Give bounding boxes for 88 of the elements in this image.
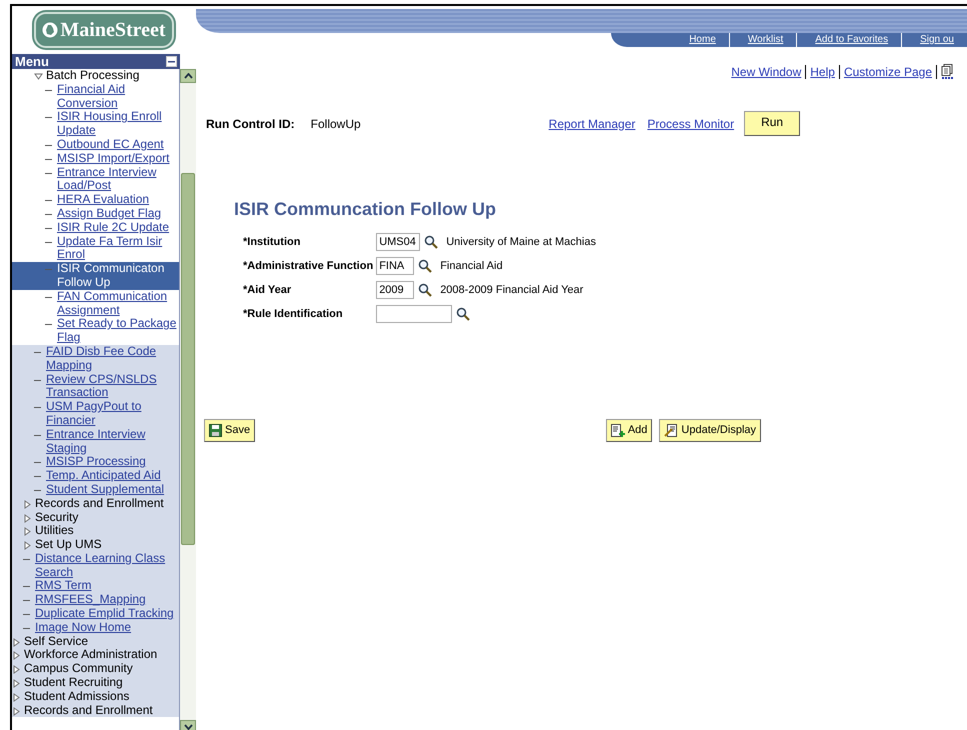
document-icon[interactable] (941, 64, 955, 80)
search-icon[interactable] (456, 307, 470, 321)
menu-link[interactable]: Outbound EC Agent (12, 138, 179, 152)
menu-link[interactable]: Entrance Interview Load/Post (12, 166, 179, 194)
input-field[interactable]: FINA (376, 257, 414, 275)
menu-link[interactable]: USM PagyPout to Financier (12, 400, 179, 428)
menu-link[interactable]: Image Now Home (12, 620, 179, 635)
process-link[interactable]: Report Manager (548, 114, 636, 132)
expand-arrow-icon[interactable] (23, 514, 32, 522)
search-icon[interactable] (424, 235, 438, 249)
menu-link[interactable]: FAID Disb Fee Code Mapping (12, 344, 179, 373)
menu-folder[interactable]: Records and Enrollment (12, 704, 179, 718)
search-icon[interactable] (418, 283, 432, 297)
expand-arrow-icon[interactable] (12, 665, 21, 674)
scrollbar-thumb[interactable] (181, 173, 195, 545)
header-link[interactable]: Home (671, 33, 729, 47)
menu-link[interactable]: MSISP Import/Export (12, 152, 179, 166)
expand-arrow-icon[interactable] (12, 638, 21, 647)
search-icon[interactable] (418, 259, 432, 273)
expand-arrow-icon[interactable] (23, 527, 32, 536)
chevron-down-icon (184, 724, 192, 730)
scroll-down-button[interactable] (180, 720, 196, 730)
update-display-button[interactable]: Update/Display (659, 419, 761, 442)
run-control-value: FollowUp (310, 116, 362, 132)
menu-folder[interactable]: Student Admissions (12, 690, 179, 704)
menu-link[interactable]: Temp. Anticipated Aid (12, 469, 179, 483)
add-button[interactable]: Add (606, 419, 652, 442)
menu-folder[interactable]: Workforce Administration (12, 648, 179, 662)
menu-link[interactable]: Student Supplemental (12, 482, 179, 497)
menu-link[interactable]: MSISP Processing (12, 455, 179, 470)
menu-folder[interactable]: Campus Community (12, 662, 179, 676)
menu-link[interactable]: Financial Aid Conversion (12, 82, 179, 110)
menu-link[interactable]: Assign Budget Flag (12, 206, 179, 221)
menu-link[interactable]: Duplicate Emplid Tracking (12, 607, 179, 621)
page-link[interactable]: New Window (731, 63, 802, 81)
run-button[interactable]: Run (744, 111, 800, 136)
mainestreet-logo: MaineStreet (34, 12, 174, 48)
selected-menu-link[interactable]: ISIR Communicaton Follow Up (12, 262, 179, 290)
menu-link[interactable]: FAN Communication Assignment (12, 290, 179, 318)
menu-link[interactable]: Distance Learning Class Search (12, 552, 179, 580)
menu-folder[interactable]: Set Up UMS (12, 538, 179, 552)
menu-folder[interactable]: Student Recruiting (12, 676, 179, 690)
menu-link[interactable]: RMSFEES_Mapping (12, 593, 179, 608)
run-control-label: Run Control ID: (206, 116, 295, 132)
menu-link[interactable]: ISIR Rule 2C Update (12, 220, 179, 235)
process-link[interactable]: Process Monitor (647, 114, 734, 132)
collapse-arrow-icon[interactable] (34, 72, 43, 81)
field-description: Financial Aid (440, 258, 503, 274)
expand-arrow-icon[interactable] (12, 706, 21, 716)
menu-folder[interactable]: Security (12, 510, 179, 524)
menu-link[interactable]: Set Ready to Package Flag (12, 317, 179, 345)
header-link[interactable]: Add to Favorites (796, 33, 902, 47)
scroll-up-button[interactable] (180, 69, 196, 83)
menu-link[interactable]: HERA Evaluation (12, 193, 179, 207)
collapse-icon[interactable] (166, 56, 177, 67)
chevron-up-icon (184, 73, 192, 79)
input-field[interactable]: 2009 (376, 281, 414, 299)
expand-arrow-icon[interactable] (23, 500, 32, 509)
header-link[interactable]: Sign ou (901, 33, 967, 47)
menu-link[interactable]: Review CPS/NSLDS Transaction (12, 372, 179, 400)
menu-folder[interactable]: Utilities (12, 524, 179, 538)
expand-arrow-icon[interactable] (23, 541, 32, 550)
edit-document-icon (664, 424, 678, 437)
menu-folder[interactable]: Records and Enrollment (12, 496, 179, 510)
menu-link[interactable]: Entrance Interview Staging (12, 428, 179, 456)
menu-link[interactable]: ISIR Housing Enroll Update (12, 110, 179, 138)
menu-link[interactable]: Update Fa Term Isir Enrol (12, 234, 179, 262)
field-label: *Administrative Function (243, 258, 374, 274)
page-link[interactable]: Customize Page (844, 63, 932, 81)
save-button[interactable]: Save (204, 419, 256, 442)
header-link[interactable]: Worklist (728, 33, 796, 47)
expand-arrow-icon[interactable] (12, 679, 21, 688)
page-link[interactable]: Help (810, 63, 835, 81)
field-label: *Institution (243, 234, 302, 250)
menu-title: Menu (15, 52, 49, 70)
field-label: *Rule Identification (243, 306, 344, 322)
input-field[interactable]: UMS04 (376, 233, 420, 251)
menu-folder[interactable]: Batch Processing (12, 69, 179, 83)
field-label: *Aid Year (243, 282, 292, 298)
page-title: ISIR Communcation Follow Up (234, 198, 497, 221)
menu-link[interactable]: RMS Term (12, 579, 179, 594)
field-description: University of Maine at Machias (446, 234, 596, 250)
field-description: 2008-2009 Financial Aid Year (440, 282, 584, 298)
input-field[interactable] (376, 305, 452, 323)
expand-arrow-icon[interactable] (12, 651, 21, 660)
add-document-icon (610, 424, 625, 437)
menu-folder[interactable]: Self Service (12, 634, 179, 648)
expand-arrow-icon[interactable] (12, 692, 21, 702)
